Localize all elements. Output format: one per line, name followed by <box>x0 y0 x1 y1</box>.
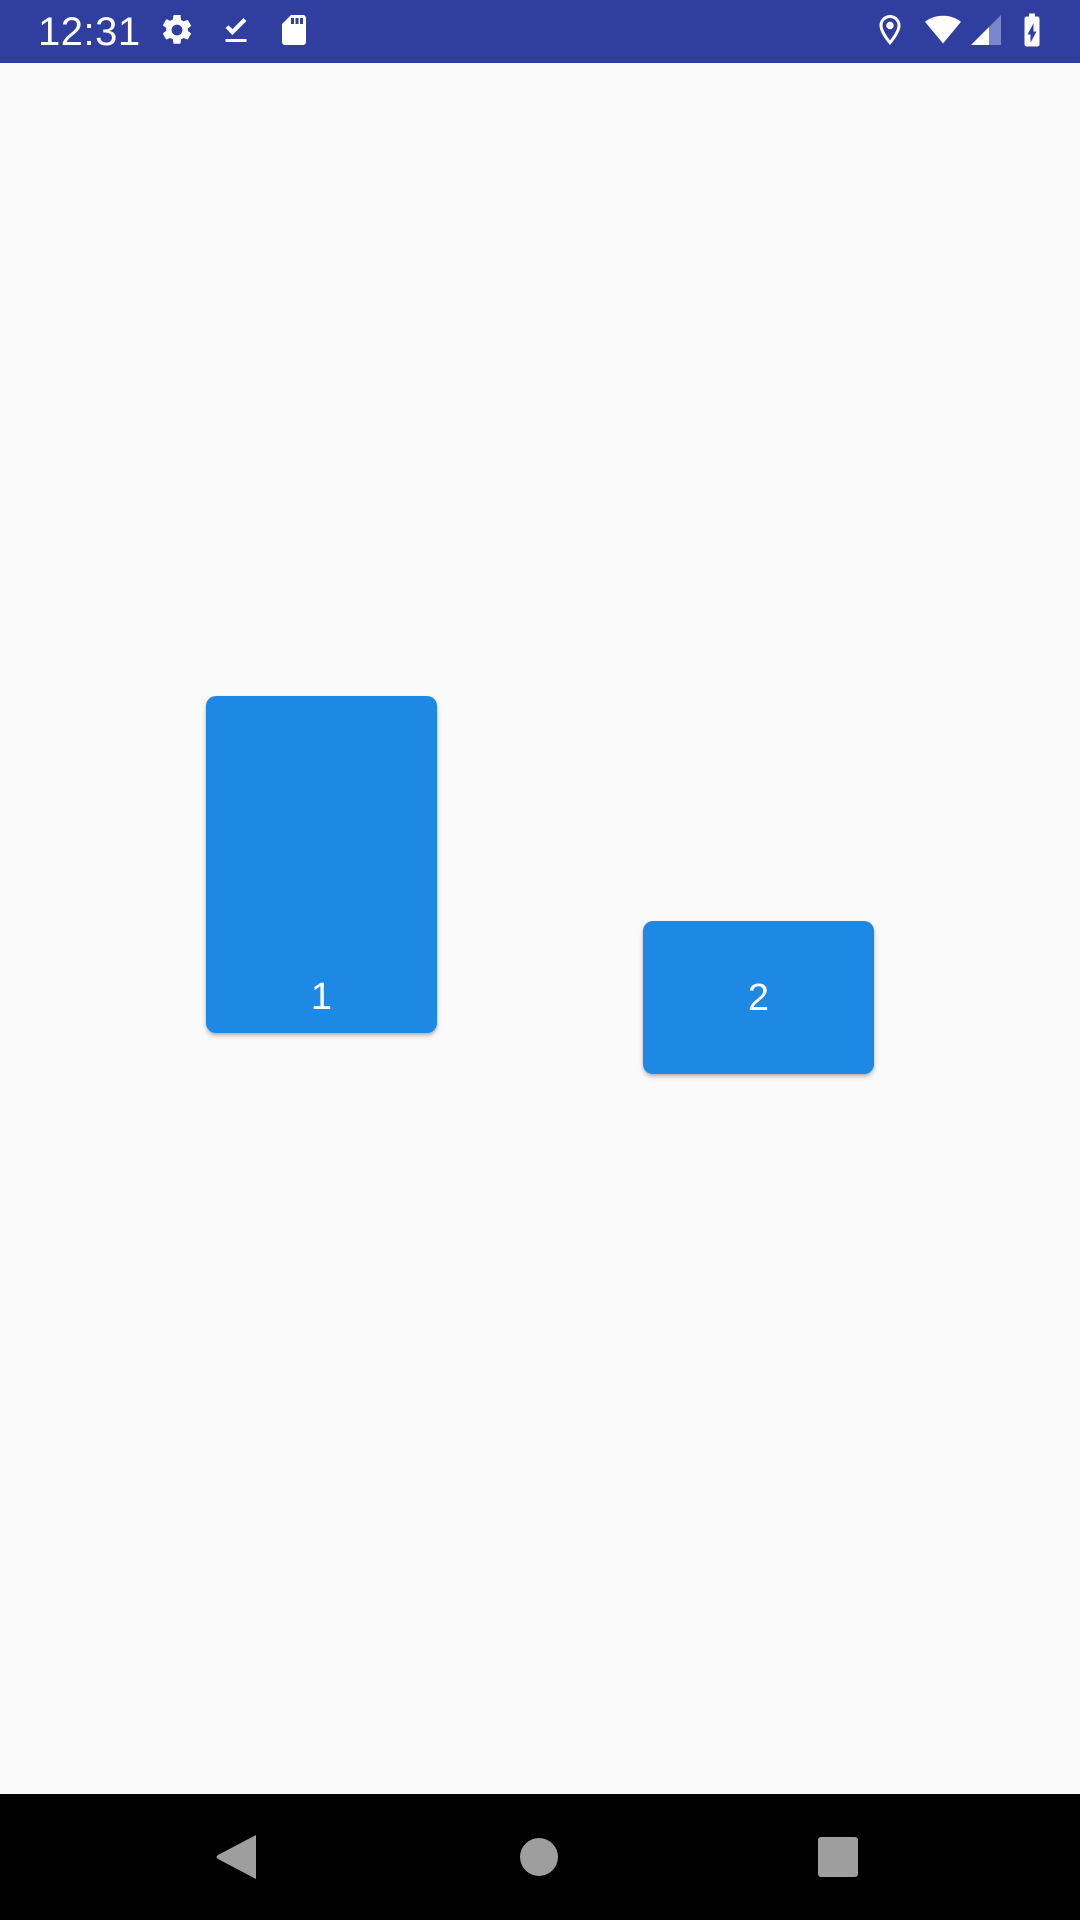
sd-card-icon <box>276 12 312 48</box>
back-icon[interactable] <box>208 1827 268 1887</box>
download-done-icon <box>218 12 254 48</box>
battery-charging-icon <box>1016 12 1048 48</box>
tile-2-label: 2 <box>747 977 770 1019</box>
tile-1-label: 1 <box>310 976 333 1018</box>
content-area <box>0 63 1080 1794</box>
status-time: 12:31 <box>38 10 141 54</box>
navigation-bar <box>0 1794 1080 1920</box>
recents-icon[interactable] <box>808 1827 868 1887</box>
home-icon[interactable] <box>509 1827 569 1887</box>
tile-2[interactable]: 2 <box>643 921 874 1074</box>
cell-signal-icon <box>968 12 1004 48</box>
settings-gear-icon <box>159 12 195 48</box>
tile-1[interactable]: 1 <box>206 696 437 1033</box>
status-bar: 12:31 <box>0 0 1080 63</box>
wifi-icon <box>921 12 965 48</box>
location-pin-icon <box>872 12 908 48</box>
